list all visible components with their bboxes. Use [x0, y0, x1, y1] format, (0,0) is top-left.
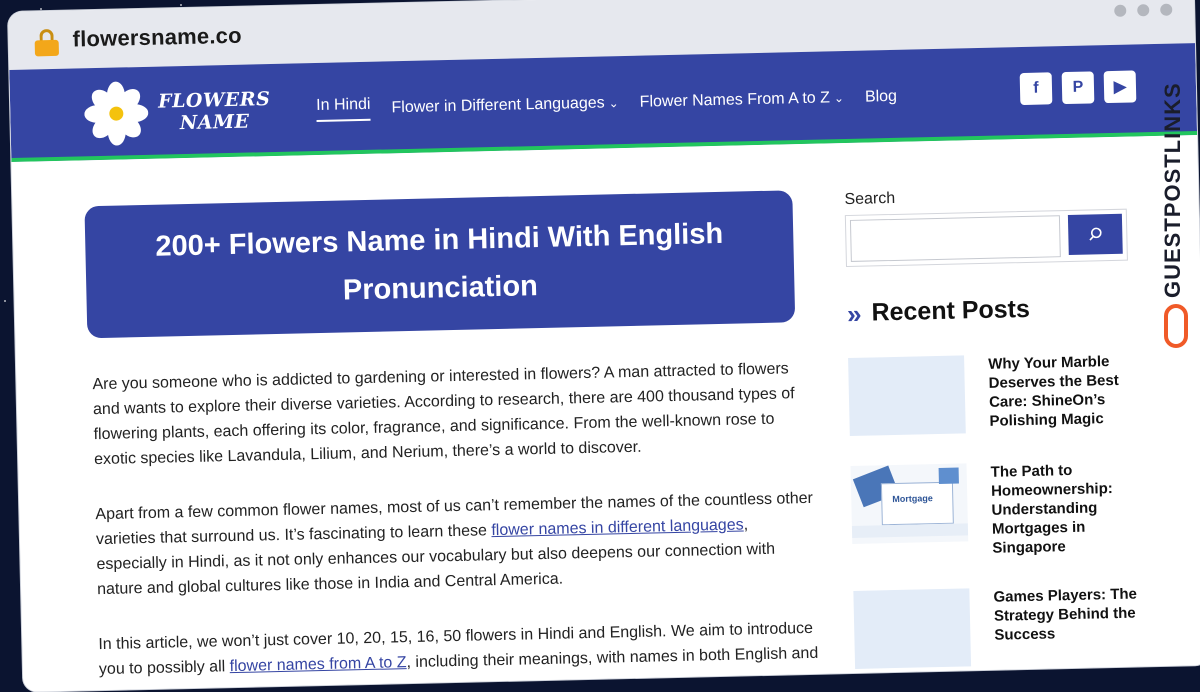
logo-line-1: FLOWERS — [157, 88, 271, 113]
nav-item-flower-names-a-to-z[interactable]: Flower Names From A to Z ⌄ — [639, 85, 844, 115]
nav-label: Flower in Different Languages — [391, 93, 605, 116]
search-button[interactable] — [1067, 213, 1123, 255]
thumbnail-footer — [851, 523, 969, 538]
nav-item-flower-in-different-languages[interactable]: Flower in Different Languages ⌄ — [391, 90, 619, 120]
link-flower-names-in-different-languages[interactable]: flower names in different languages — [491, 516, 744, 539]
search-label: Search — [844, 189, 896, 209]
post-thumbnail[interactable]: Mortgage — [850, 463, 969, 544]
recent-posts-title: Recent Posts — [871, 294, 1031, 327]
lock-icon — [34, 28, 60, 57]
search-icon — [1089, 227, 1102, 241]
chevron-down-icon: ⌄ — [608, 95, 619, 110]
page-content: 200+ Flowers Name in Hindi With English … — [11, 135, 1200, 692]
pinterest-icon[interactable]: P — [1061, 71, 1095, 105]
watermark-text: GUESTPOSTLINKS — [1160, 82, 1185, 298]
post-title[interactable]: Why Your Marble Deserves the Best Care: … — [988, 351, 1140, 432]
nav-label: Blog — [864, 87, 898, 106]
window-controls — [1114, 3, 1173, 17]
nav-label: Flower Names From A to Z — [639, 88, 831, 111]
post-thumbnail[interactable] — [848, 355, 966, 437]
link-flower-names-a-to-z[interactable]: flower names from A to Z — [229, 654, 406, 675]
double-chevron-icon: » — [846, 298, 862, 329]
nav-label: In Hindi — [316, 95, 371, 115]
window-dot-icon[interactable] — [1160, 3, 1173, 16]
recent-post-item[interactable]: Why Your Marble Deserves the Best Care: … — [848, 351, 1150, 437]
mortgage-document-graphic: Mortgage — [880, 481, 954, 526]
search-input[interactable] — [849, 215, 1061, 262]
post-title[interactable]: The Path to Homeownership: Understanding… — [990, 459, 1142, 557]
recent-post-item[interactable]: Games Players: The Strategy Behind the S… — [853, 584, 1155, 669]
sidebar: Search » Recent Posts Why Your Marble De… — [844, 184, 1155, 669]
article-paragraph-3: In this article, we won’t just cover 10,… — [98, 616, 819, 682]
window-dot-icon[interactable] — [1114, 4, 1127, 17]
article-paragraph-1: Are you someone who is addicted to garde… — [92, 360, 795, 469]
url-text[interactable]: flowersname.co — [72, 23, 242, 53]
site-logo[interactable]: FLOWERS NAME — [84, 78, 285, 147]
recent-posts-heading: » Recent Posts — [846, 292, 1148, 329]
article-body: Are you someone who is addicted to garde… — [92, 356, 820, 692]
window-dot-icon[interactable] — [1137, 4, 1150, 17]
article-paragraph-2: Apart from a few common flower names, mo… — [95, 486, 817, 602]
logo-line-2: NAME — [179, 110, 250, 135]
facebook-icon[interactable]: f — [1019, 72, 1053, 106]
guestpostlinks-watermark: GUESTPOSTLINKS — [1160, 58, 1194, 358]
article-title-banner: 200+ Flowers Name in Hindi With English … — [84, 190, 796, 339]
daisy-flower-icon — [84, 81, 149, 146]
main-nav: In Hindi Flower in Different Languages ⌄… — [316, 84, 898, 123]
paragraph-text: , including their meanings, with names i… — [406, 644, 819, 672]
browser-window: flowersname.co FLOWERS NAME In Hindi Flo… — [8, 0, 1200, 692]
chevron-down-icon: ⌄ — [833, 90, 845, 105]
thumbnail-caption: Mortgage — [892, 493, 933, 505]
nav-item-in-hindi[interactable]: In Hindi — [316, 95, 371, 123]
post-thumbnail[interactable] — [853, 588, 972, 669]
post-title[interactable]: Games Players: The Strategy Behind the S… — [993, 584, 1145, 665]
recent-post-item[interactable]: Mortgage The Path to Homeownership: Unde… — [850, 459, 1153, 561]
link-chain-icon — [1164, 304, 1188, 348]
youtube-icon[interactable]: ▶ — [1103, 70, 1137, 104]
page-title: 200+ Flowers Name in Hindi With English … — [155, 217, 724, 307]
nav-item-blog[interactable]: Blog — [865, 84, 898, 110]
search-form — [844, 208, 1128, 268]
house-icon — [938, 467, 959, 485]
social-links: f P ▶ — [1019, 70, 1137, 106]
logo-wordmark: FLOWERS NAME — [158, 88, 271, 135]
